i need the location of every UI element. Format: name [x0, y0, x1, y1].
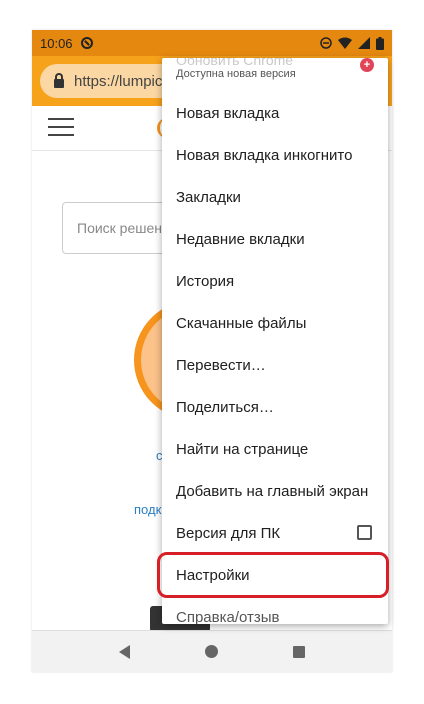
hamburger-menu-icon[interactable] [48, 118, 74, 138]
menu-item-label: Скачанные файлы [176, 314, 307, 332]
site-link-2[interactable]: подк [134, 502, 161, 517]
status-time: 10:06 [40, 35, 73, 51]
menu-item-incognito[interactable]: Новая вкладка инкогнито [162, 134, 388, 176]
update-title: Обновить Chrome [176, 58, 294, 68]
android-nav-bar [32, 630, 392, 672]
nav-home-icon[interactable] [204, 645, 218, 658]
menu-item-label: Закладки [176, 188, 241, 206]
update-chrome-item[interactable]: Обновить Chrome Доступна новая версия + [162, 58, 388, 88]
menu-item-recent-tabs[interactable]: Недавние вкладки [162, 218, 388, 260]
menu-item-label: Новая вкладка [176, 104, 280, 122]
status-bar: 10:06 [32, 30, 392, 56]
menu-item-downloads[interactable]: Скачанные файлы [162, 302, 388, 344]
menu-item-label: Недавние вкладки [176, 230, 305, 248]
menu-item-label: Добавить на главный экран [176, 482, 369, 500]
lock-icon [54, 72, 64, 88]
nav-recents-icon[interactable] [292, 645, 305, 658]
menu-item-bookmarks[interactable]: Закладки [162, 176, 388, 218]
menu-item-label: Справка/отзыв [176, 608, 280, 625]
menu-item-label: Версия для ПК [176, 524, 281, 542]
nav-back-icon[interactable] [119, 644, 131, 659]
menu-item-translate[interactable]: Перевести… [162, 344, 388, 386]
menu-item-help[interactable]: Справка/отзыв [162, 596, 388, 625]
dnd-icon [320, 37, 332, 49]
site-search-placeholder: Поиск решен [77, 220, 163, 236]
menu-item-label: Найти на странице [176, 440, 309, 458]
battery-icon [376, 36, 384, 50]
menu-item-new-tab[interactable]: Новая вкладка [162, 92, 388, 134]
chrome-overflow-menu: Обновить Chrome Доступна новая версия + … [162, 58, 388, 624]
update-badge-icon: + [360, 58, 374, 72]
update-subtitle: Доступна новая версия [176, 68, 296, 80]
menu-item-label: Перевести… [176, 356, 266, 374]
menu-item-find-in-page[interactable]: Найти на странице [162, 428, 388, 470]
menu-item-share[interactable]: Поделиться… [162, 386, 388, 428]
data-saver-icon [80, 37, 93, 49]
menu-item-add-to-home[interactable]: Добавить на главный экран [162, 470, 388, 512]
menu-item-label: Новая вкладка инкогнито [176, 146, 353, 164]
signal-icon [358, 37, 370, 49]
menu-item-label: История [176, 272, 235, 290]
menu-item-history[interactable]: История [162, 260, 388, 302]
menu-item-label: Поделиться… [176, 398, 274, 416]
status-icons [320, 36, 384, 50]
menu-item-desktop-site[interactable]: Версия для ПК [162, 512, 388, 554]
url-text: https://lumpics [74, 72, 170, 90]
settings-highlight-box [157, 552, 389, 598]
desktop-site-checkbox[interactable] [357, 525, 372, 540]
wifi-icon [338, 37, 352, 49]
